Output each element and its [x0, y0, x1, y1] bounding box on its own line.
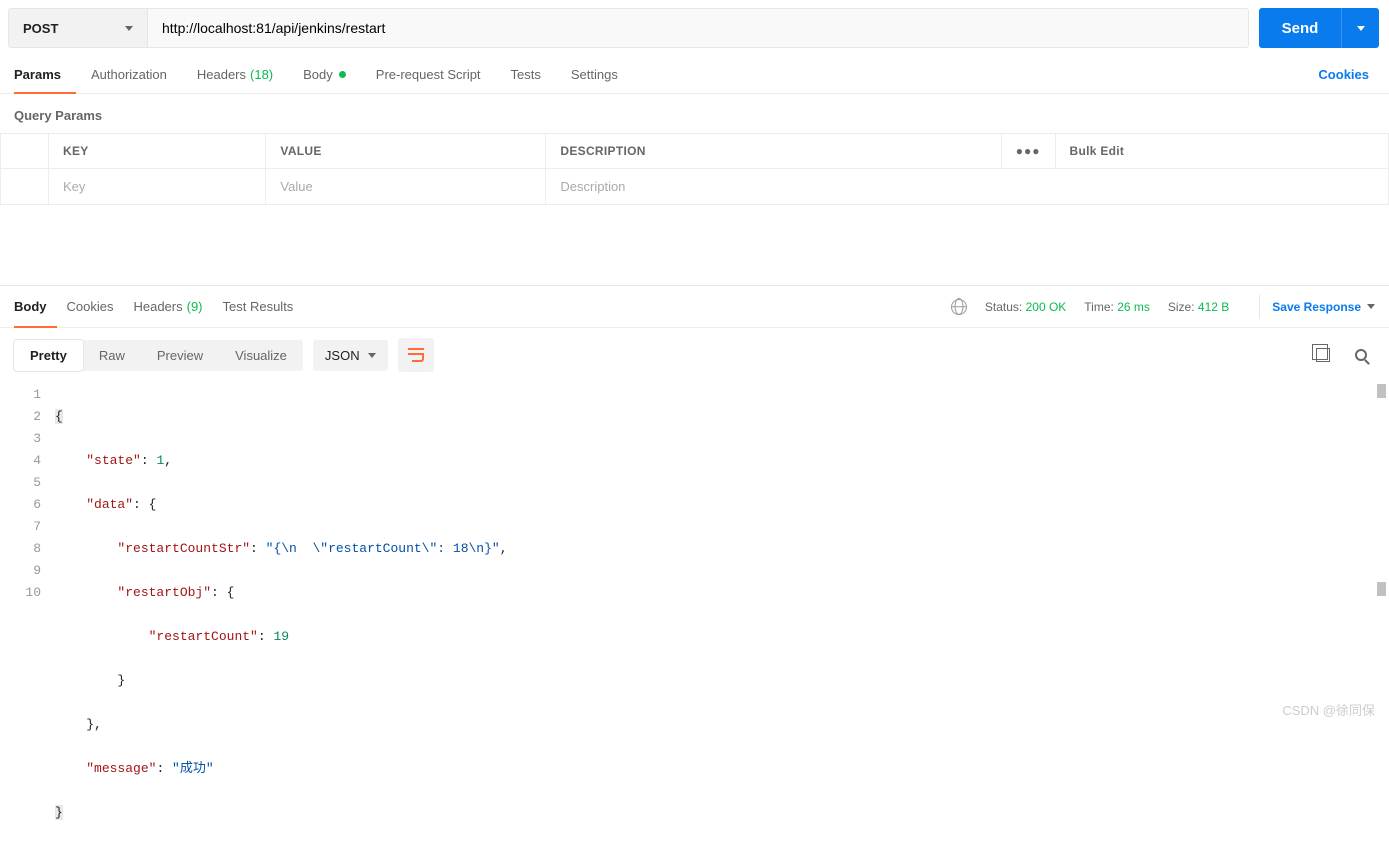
query-params-table: KEY VALUE DESCRIPTION ●●● Bulk Edit Key … [0, 133, 1389, 205]
response-meta: Status: 200 OK Time: 26 ms Size: 412 B S… [951, 295, 1375, 319]
tab-authorization[interactable]: Authorization [76, 56, 182, 93]
send-dropdown[interactable] [1341, 8, 1379, 48]
table-header-more[interactable]: ●●● [1001, 134, 1055, 169]
table-header-checkbox [1, 134, 49, 169]
table-row[interactable]: Key Value Description [1, 169, 1389, 205]
url-input-wrap [148, 8, 1249, 48]
method-value: POST [23, 21, 58, 36]
table-header-value: VALUE [266, 134, 546, 169]
chevron-down-icon [125, 26, 133, 31]
chevron-down-icon [1357, 26, 1365, 31]
view-visualize[interactable]: Visualize [219, 340, 303, 371]
response-body-code[interactable]: 12345678910 { "state": 1, "data": { "res… [0, 382, 1389, 868]
tab-headers[interactable]: Headers(18) [182, 56, 288, 93]
code-content: { "state": 1, "data": { "restartCountStr… [55, 382, 1389, 868]
chevron-down-icon [368, 353, 376, 358]
copy-icon [1316, 348, 1330, 362]
cell-value[interactable]: Value [266, 169, 546, 205]
cookies-link[interactable]: Cookies [1318, 67, 1375, 82]
body-dot-icon [339, 71, 346, 78]
tab-settings[interactable]: Settings [556, 56, 633, 93]
bulk-edit-button[interactable]: Bulk Edit [1055, 134, 1388, 169]
tab-test-results[interactable]: Test Results [213, 286, 304, 327]
tab-response-headers[interactable]: Headers(9) [123, 286, 212, 327]
watermark: CSDN @徐同保 [1282, 700, 1375, 719]
copy-button[interactable] [1309, 341, 1337, 369]
scroll-indicator [1377, 384, 1386, 398]
url-input[interactable] [162, 9, 1234, 47]
scroll-indicator [1377, 582, 1386, 596]
search-button[interactable] [1347, 341, 1375, 369]
view-pretty[interactable]: Pretty [14, 340, 83, 371]
line-gutter: 12345678910 [0, 382, 55, 868]
format-select[interactable]: JSON [313, 340, 388, 371]
view-group: Pretty Raw Preview Visualize [14, 340, 303, 371]
save-response-button[interactable]: Save Response [1259, 295, 1375, 319]
tab-body[interactable]: Body [288, 56, 361, 93]
response-tabs: Body Cookies Headers(9) Test Results Sta… [0, 286, 1389, 328]
tab-response-body[interactable]: Body [14, 286, 57, 327]
tab-tests[interactable]: Tests [496, 56, 556, 93]
table-header-description: DESCRIPTION [546, 134, 1001, 169]
size-label: Size: 412 B [1168, 300, 1229, 314]
status-label: Status: 200 OK [985, 300, 1066, 314]
tab-params[interactable]: Params [14, 56, 76, 93]
tab-prerequest[interactable]: Pre-request Script [361, 56, 496, 93]
wrap-button[interactable] [398, 338, 434, 372]
cell-key[interactable]: Key [49, 169, 266, 205]
dots-icon: ●●● [1016, 144, 1041, 158]
send-button[interactable]: Send [1259, 8, 1341, 48]
time-label: Time: 26 ms [1084, 300, 1150, 314]
table-header-key: KEY [49, 134, 266, 169]
request-tabs: Params Authorization Headers(18) Body Pr… [0, 56, 1389, 94]
view-raw[interactable]: Raw [83, 340, 141, 371]
view-tabs: Pretty Raw Preview Visualize JSON [0, 328, 1389, 382]
globe-icon[interactable] [951, 299, 967, 315]
method-select[interactable]: POST [8, 8, 148, 48]
tab-response-cookies[interactable]: Cookies [57, 286, 124, 327]
search-icon [1355, 349, 1367, 361]
cell-description[interactable]: Description [546, 169, 1389, 205]
wrap-icon [408, 348, 424, 362]
chevron-down-icon [1367, 304, 1375, 309]
query-params-title: Query Params [0, 94, 1389, 133]
view-preview[interactable]: Preview [141, 340, 219, 371]
send-button-group: Send [1259, 8, 1379, 48]
